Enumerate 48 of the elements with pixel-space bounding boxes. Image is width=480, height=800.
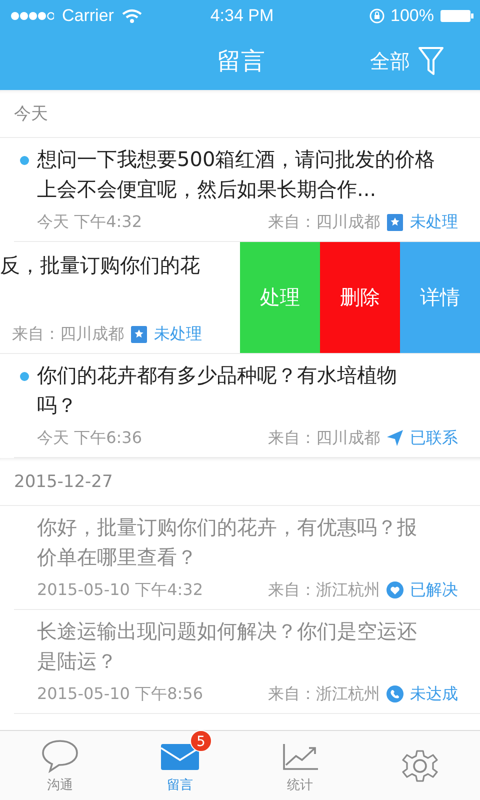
status-label: 已解决	[410, 580, 458, 601]
wifi-icon	[122, 9, 142, 23]
tab-item[interactable]: 5 留言	[120, 731, 240, 800]
tab-item[interactable]: 沟通	[0, 731, 120, 800]
message-origin: 来自：浙江杭州	[268, 684, 380, 705]
rotation-lock-icon	[368, 8, 385, 24]
section-header: 今天	[0, 90, 480, 138]
battery-percent: 100%	[390, 6, 434, 26]
message-origin: 来自：浙江杭州	[268, 580, 380, 601]
message-text: 你好，批量订购你们的花卉，有优惠吗？报价单在哪里查看？	[37, 514, 418, 571]
status-label: 已联系	[410, 428, 458, 449]
message-row[interactable]: 反，批量订购你们的花 来自：四川成都 未处理 处理 删除 详情	[0, 242, 480, 354]
status-time: 4:34 PM	[210, 6, 274, 26]
funnel-icon	[418, 46, 444, 76]
message-origin: 来自：四川成都	[12, 324, 124, 345]
heart-badge-icon	[386, 581, 404, 600]
gear-icon	[400, 748, 440, 784]
message-time: 今天 下午4:32	[37, 212, 142, 233]
swipe-action-button[interactable]: 详情	[400, 242, 480, 353]
message-text: 你们的花卉都有多少品种呢？有水培植物吗？	[37, 362, 398, 419]
speech-bubble-icon	[40, 738, 80, 774]
count-badge: 5	[190, 730, 212, 752]
tab-item[interactable]: 统计	[240, 731, 360, 800]
swipe-action-button[interactable]: 删除	[320, 242, 400, 353]
message-row[interactable]: 你好，批量订购你们的花卉，有优惠吗？报价单在哪里查看？ 2015-05-10 下午4:32 来自：浙江杭州 已解决	[14, 506, 480, 610]
section-header: 2015-12-27	[0, 458, 480, 506]
phone-badge-icon	[386, 685, 404, 704]
status-label: 未达成	[410, 684, 458, 705]
unread-dot	[20, 156, 29, 165]
message-time: 2015-05-10 下午8:56	[37, 684, 203, 705]
message-text: 想问一下我想要500箱红酒，请问批发的价格上会不会便宜呢，然后如果长期合作...	[37, 146, 436, 203]
unread-dot	[20, 372, 29, 381]
message-origin: 来自：四川成都	[268, 212, 380, 233]
message-origin: 来自：四川成都	[268, 428, 380, 449]
filter-button[interactable]: 全部	[324, 46, 444, 76]
message-time: 2015-05-10 下午4:32	[37, 580, 203, 601]
message-text: 长途运输出现问题如何解决？你们是空运还是陆运？	[37, 618, 418, 675]
message-time: 今天 下午6:36	[37, 428, 142, 449]
swipe-action-button[interactable]: 处理	[240, 242, 320, 353]
message-row[interactable]: 长途运输出现问题如何解决？你们是空运还是陆运？ 2015-05-10 下午8:56 来自：浙江杭州 未达成	[14, 610, 480, 714]
carrier-name: Carrier	[62, 6, 114, 26]
message-text: 反，批量订购你们的花	[0, 252, 200, 279]
status-label: 未处理	[154, 324, 202, 345]
status-label: 未处理	[410, 212, 458, 233]
page-title: 留言	[216, 46, 266, 77]
signal-icon	[10, 11, 54, 21]
send-arrow-icon	[386, 429, 404, 448]
battery-icon	[440, 9, 474, 23]
